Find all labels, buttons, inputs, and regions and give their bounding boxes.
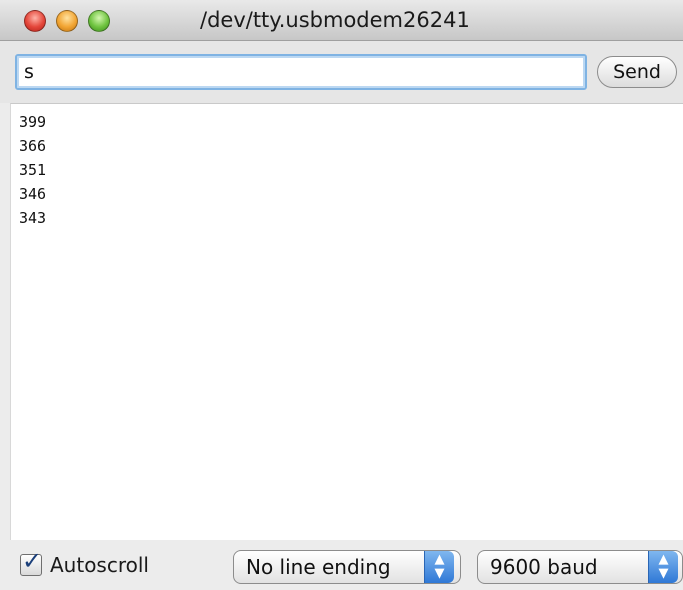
output-line: 366 xyxy=(19,137,47,155)
baud-rate-value: 9600 baud xyxy=(490,555,598,579)
send-button[interactable]: Send xyxy=(597,56,677,88)
window-title: /dev/tty.usbmodem26241 xyxy=(200,8,470,32)
close-button-icon[interactable] xyxy=(24,10,46,32)
up-down-arrows-icon: ▲ ▼ xyxy=(648,551,678,583)
baud-rate-select[interactable]: 9600 baud ▲ ▼ xyxy=(477,550,683,584)
checkmark-icon: ✓ xyxy=(22,547,43,575)
serial-input[interactable]: s xyxy=(15,54,587,90)
up-down-arrows-icon: ▲ ▼ xyxy=(424,551,454,583)
output-line: 351 xyxy=(19,161,47,179)
minimize-button-icon[interactable] xyxy=(56,10,78,32)
serial-output[interactable]: 399 366 351 346 343 xyxy=(10,103,683,540)
title-bar[interactable]: /dev/tty.usbmodem26241 xyxy=(0,0,683,41)
output-line: 399 xyxy=(19,113,47,131)
zoom-button-icon[interactable] xyxy=(88,10,110,32)
output-line: 346 xyxy=(19,185,47,203)
autoscroll-checkbox[interactable]: ✓ xyxy=(20,549,42,576)
output-line: 343 xyxy=(19,209,47,227)
send-row: s Send xyxy=(0,41,683,103)
bottom-bar: ✓ Autoscroll No line ending ▲ ▼ 9600 baud… xyxy=(0,540,683,590)
line-ending-value: No line ending xyxy=(246,555,391,579)
autoscroll-label[interactable]: Autoscroll xyxy=(50,552,149,578)
line-ending-select[interactable]: No line ending ▲ ▼ xyxy=(233,550,461,584)
serial-monitor-window: /dev/tty.usbmodem26241 s Send 399 366 35… xyxy=(0,0,683,590)
